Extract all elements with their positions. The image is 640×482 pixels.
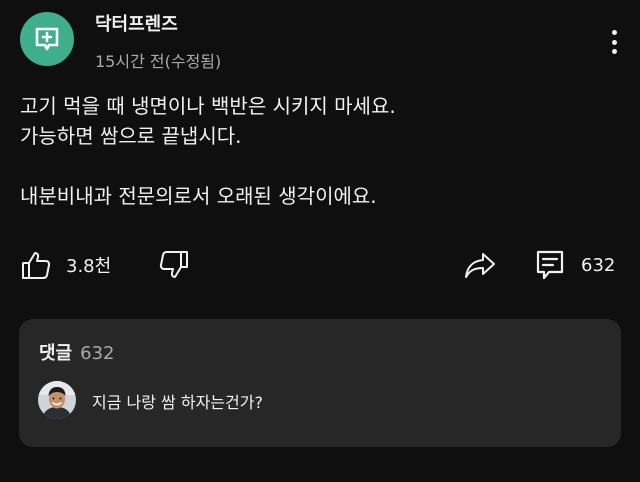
post-body-line: 내분비내과 전문의로서 오래된 생각이에요. — [20, 184, 377, 208]
plus-square-icon — [35, 27, 59, 51]
share-arrow-icon — [465, 253, 495, 278]
commenter-photo — [38, 381, 76, 419]
thumbs-down-icon — [159, 251, 188, 278]
commenter-avatar[interactable] — [38, 381, 76, 419]
post-timestamp: 15시간 전(수정됨) — [95, 52, 222, 71]
top-comment-text: 지금 나랑 쌈 하자는건가? — [92, 393, 263, 412]
post-body-line: 고기 먹을 때 냉면이나 백반은 시키지 마세요. — [20, 94, 396, 118]
share-button[interactable] — [463, 245, 497, 285]
post-body: 고기 먹을 때 냉면이나 백반은 시키지 마세요. 가능하면 쌈으로 끝냅시다.… — [20, 91, 620, 211]
comments-header: 댓글 632 — [39, 339, 114, 365]
comment-icon — [536, 250, 564, 280]
more-options-button[interactable] — [603, 28, 625, 56]
post-body-blank-line — [20, 151, 620, 181]
action-bar: 3.8천 632 — [0, 245, 640, 285]
comment-button[interactable]: 632 — [535, 245, 615, 285]
comments-preview-card[interactable]: 댓글 632 지금 나랑 쌈 하자는건가? — [19, 319, 621, 447]
channel-avatar[interactable] — [20, 12, 74, 66]
dislike-button[interactable] — [158, 245, 190, 285]
community-post: 닥터프렌즈 15시간 전(수정됨) 고기 먹을 때 냉면이나 백반은 시키지 마… — [0, 0, 640, 482]
like-count: 3.8천 — [66, 256, 112, 277]
comments-title: 댓글 — [39, 343, 73, 364]
thumbs-up-icon — [22, 252, 51, 279]
channel-name[interactable]: 닥터프렌즈 — [95, 10, 178, 36]
comment-count: 632 — [581, 254, 616, 276]
like-button[interactable]: 3.8천 — [20, 245, 111, 285]
post-body-line: 가능하면 쌈으로 끝냅시다. — [20, 124, 242, 148]
more-vert-icon — [611, 30, 617, 35]
comments-count: 632 — [80, 343, 115, 364]
